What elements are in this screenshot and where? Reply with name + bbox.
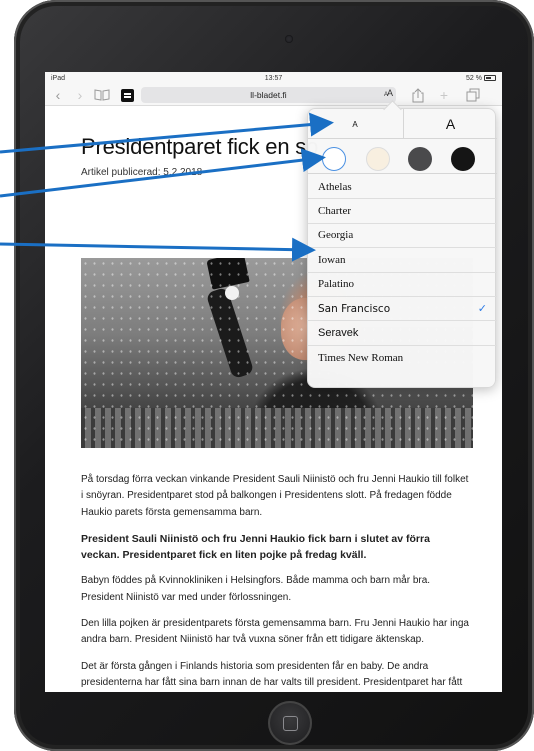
font-option-iowan[interactable]: Iowan	[308, 248, 497, 273]
font-option-label: San Francisco	[318, 302, 391, 315]
url-text: ll-bladet.fi	[250, 90, 287, 100]
home-button[interactable]	[268, 701, 312, 745]
article-paragraph: Babyn föddes på Kvinnokliniken i Helsing…	[81, 575, 431, 603]
chevron-left-icon[interactable]: ‹	[51, 87, 65, 103]
article-paragraph: Det är första gången i Finlands historia…	[81, 660, 463, 688]
font-option-charter[interactable]: Charter	[308, 199, 497, 224]
address-bar[interactable]: ll-bladet.fi AA	[141, 87, 396, 103]
text-size-button[interactable]: AA	[384, 88, 393, 98]
font-option-label: Georgia	[318, 229, 354, 242]
font-list: Athelas Charter Georgia Iowan Palatino S…	[308, 175, 497, 370]
status-bar: iPad 13:57 52 %	[45, 72, 502, 84]
font-option-label: Athelas	[318, 180, 352, 193]
screen: iPad 13:57 52 % ‹ › ll-bladet.fi AA + Pr…	[45, 72, 502, 692]
font-option-georgia[interactable]: Georgia	[308, 224, 497, 249]
font-option-times-new-roman[interactable]: Times New Roman	[308, 346, 497, 370]
font-option-label: Charter	[318, 205, 351, 218]
font-option-label: Palatino	[318, 278, 355, 291]
reader-icon[interactable]	[121, 89, 134, 102]
plus-icon[interactable]: +	[437, 87, 451, 103]
article-body: På torsdag förra veckan vinkande Preside…	[81, 472, 471, 692]
article-paragraph: På torsdag förra veckan vinkande Preside…	[81, 474, 469, 518]
theme-sepia-swatch[interactable]	[366, 147, 390, 171]
book-icon[interactable]	[93, 87, 111, 103]
theme-gray-swatch[interactable]	[408, 147, 432, 171]
font-option-san-francisco[interactable]: San Francisco ✓	[308, 297, 497, 322]
font-option-label: Times New Roman	[318, 351, 404, 364]
decrease-font-button[interactable]: A	[308, 109, 402, 139]
reader-settings-popover: A A Athelas Charter Georgia Iowan Palati…	[307, 108, 497, 388]
font-option-athelas[interactable]: Athelas	[308, 175, 497, 200]
increase-font-button[interactable]: A	[403, 109, 497, 139]
theme-black-swatch[interactable]	[451, 147, 475, 171]
font-option-label: Iowan	[318, 253, 346, 266]
font-option-label: Seravek	[318, 327, 359, 340]
tabs-icon[interactable]	[465, 87, 481, 103]
chevron-right-icon[interactable]: ›	[73, 87, 87, 103]
safari-toolbar: ‹ › ll-bladet.fi AA +	[45, 84, 502, 106]
article-paragraph: Den lilla pojken är presidentparets förs…	[81, 618, 469, 646]
front-camera	[285, 35, 293, 43]
theme-row	[308, 140, 497, 174]
font-option-palatino[interactable]: Palatino	[308, 273, 497, 297]
theme-white-swatch[interactable]	[322, 147, 346, 171]
share-icon[interactable]	[411, 87, 425, 103]
battery-icon	[484, 75, 496, 81]
font-option-seravek[interactable]: Seravek	[308, 321, 497, 346]
font-size-row: A A	[308, 109, 497, 139]
article-lead: President Sauli Niinistö och fru Jenni H…	[81, 532, 430, 562]
checkmark-icon: ✓	[477, 301, 487, 315]
status-time: 13:57	[264, 74, 283, 82]
